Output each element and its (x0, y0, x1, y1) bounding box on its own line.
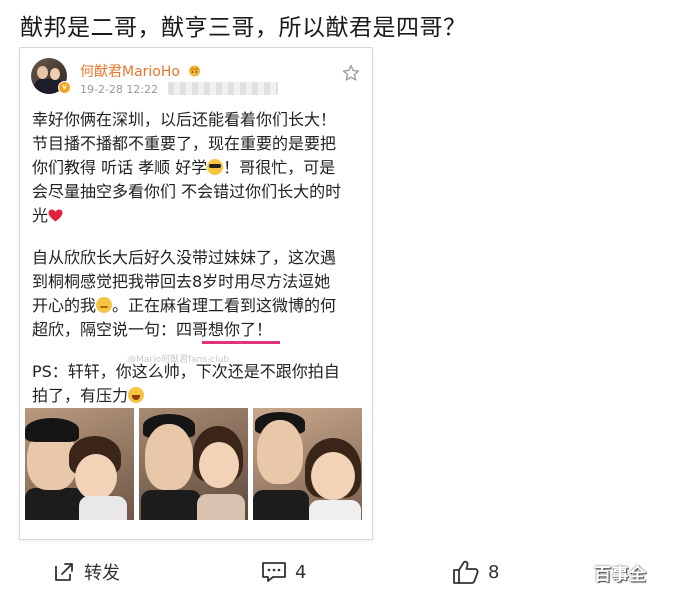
photo-thumbnail[interactable] (139, 408, 248, 520)
post-line-text: ！哥很忙，可是 (223, 158, 336, 177)
repost-icon (55, 563, 73, 581)
photo-watermark: @Mario何猷君fans-club (127, 355, 230, 365)
comment-count[interactable]: 4 (295, 562, 306, 583)
comment-button[interactable]: 4 (261, 557, 306, 587)
post-line: 幸好你俩在深圳，以后还能看着你们长大！ (32, 110, 337, 129)
comment-icon (262, 562, 286, 582)
post-line-text: 你们教得 听话 孝顺 好学 (32, 158, 208, 177)
repost-button[interactable]: 转发 (52, 557, 120, 587)
post-line-text: 。正在麻省理工看到这微博的何 (112, 296, 337, 315)
blurred-source (168, 82, 278, 95)
brand-watermark: 百事全 (594, 565, 647, 585)
sunglasses-emoji-icon (207, 159, 224, 175)
post-line: 会尽量抽空多看你们 不会错过你们长大的时 (32, 182, 342, 201)
action-bar: 转发 4 8 (0, 548, 679, 599)
post-line-text: 拍了，有压力 (32, 386, 129, 405)
photo-thumbnail[interactable] (253, 408, 362, 520)
post-line: 拍了，有压力 (32, 384, 372, 408)
post-header: v 何猷君MarioHo 19-2-28 12:22 (20, 48, 372, 98)
post-line-text: 光 (32, 206, 49, 225)
post-line: 到桐桐感觉把我带回去8岁时用尽方法逗她 (32, 272, 331, 291)
post-line: 节目播不播都不重要了，现在重要的是要把 (32, 134, 337, 153)
like-count[interactable]: 8 (488, 562, 499, 583)
heart-icon (48, 209, 63, 222)
like-icon (453, 560, 479, 584)
post-line: 自从欣欣长大后好久没带过妹妹了，这次遇 (32, 248, 337, 267)
post-line-text: 开心的我 (32, 296, 97, 315)
laugh-emoji-icon (128, 387, 145, 403)
star-icon[interactable] (342, 64, 360, 82)
crown-icon (189, 65, 201, 77)
sweat-emoji-icon (96, 297, 113, 313)
post-line: 超欣，隔空说一句：四哥想你了！ (32, 320, 273, 339)
highlight-underline (202, 341, 280, 344)
like-button[interactable]: 8 (452, 557, 499, 587)
post-timestamp: 19-2-28 12:22 (80, 83, 159, 96)
post-line: 你们教得 听话 孝顺 好学 ！哥很忙，可是 (32, 156, 372, 180)
verified-badge-icon: v (58, 81, 71, 94)
photo-grid (25, 408, 362, 520)
post-line: 光 (32, 204, 372, 228)
post-line: 开心的我 。正在麻省理工看到这微博的何 (32, 294, 372, 318)
photo-thumbnail[interactable] (25, 408, 134, 520)
author-name-text[interactable]: 何猷君MarioHo (80, 64, 180, 80)
page-title: 猷邦是二哥，猷亨三哥，所以猷君是四哥？ (20, 15, 467, 41)
repost-label[interactable]: 转发 (84, 559, 120, 585)
author-name[interactable]: 何猷君MarioHo (80, 61, 202, 81)
